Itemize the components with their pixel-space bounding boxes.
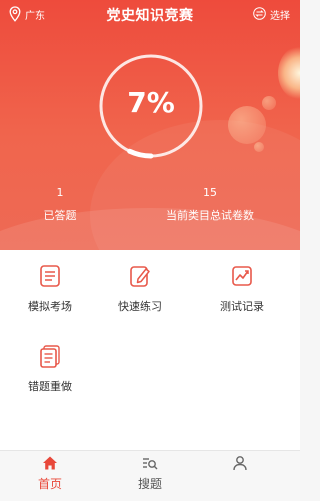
feature-menu: 模拟考场 快速练习 测试记录 错题重做 — [0, 250, 300, 450]
menu-item-test-records[interactable]: 测试记录 — [192, 264, 292, 324]
menu-label: 测试记录 — [220, 300, 264, 313]
edit-pen-icon — [130, 266, 150, 287]
menu-label: 快速练习 — [118, 300, 162, 313]
error-note-icon — [40, 345, 60, 368]
switch-icon[interactable] — [253, 7, 266, 20]
user-icon — [233, 456, 247, 471]
hero-banner: 广东 党史知识竞赛 选择 7% 1 15 已答题 当前类目总试卷数 — [0, 0, 300, 250]
menu-item-wrong-redo[interactable]: 错题重做 — [0, 344, 100, 404]
menu-item-mock-exam[interactable]: 模拟考场 — [0, 264, 100, 324]
top-bar: 广东 党史知识竞赛 选择 — [0, 0, 300, 28]
tab-profile[interactable] — [210, 455, 270, 475]
tab-home[interactable]: 首页 — [20, 455, 80, 492]
progress-percent: 7% — [127, 86, 175, 119]
tab-label: 搜题 — [137, 477, 162, 491]
home-icon — [43, 456, 57, 470]
exam-sheet-icon — [40, 265, 60, 287]
search-list-icon — [143, 458, 158, 470]
tab-search[interactable]: 搜题 — [120, 455, 180, 492]
stat-value: 15 — [203, 186, 217, 199]
menu-label: 错题重做 — [28, 380, 72, 393]
stat-value: 1 — [56, 186, 64, 199]
decorative-bubble — [254, 142, 264, 152]
stat-label: 当前类目总试卷数 — [166, 209, 254, 222]
chart-trend-icon — [232, 266, 252, 286]
tab-label: 首页 — [37, 477, 62, 491]
stat-label: 已答题 — [43, 209, 77, 222]
bottom-tab-bar: 首页 搜题 — [0, 450, 300, 501]
menu-label: 模拟考场 — [28, 300, 72, 313]
decorative-bubble — [228, 106, 266, 144]
select-button[interactable]: 选择 — [270, 7, 290, 22]
menu-item-quick-practice[interactable]: 快速练习 — [90, 264, 190, 324]
decorative-bubble — [262, 96, 276, 110]
total-papers-count: 15 — [140, 181, 280, 200]
answered-count: 1 — [20, 181, 100, 200]
sun-glow — [278, 46, 300, 100]
